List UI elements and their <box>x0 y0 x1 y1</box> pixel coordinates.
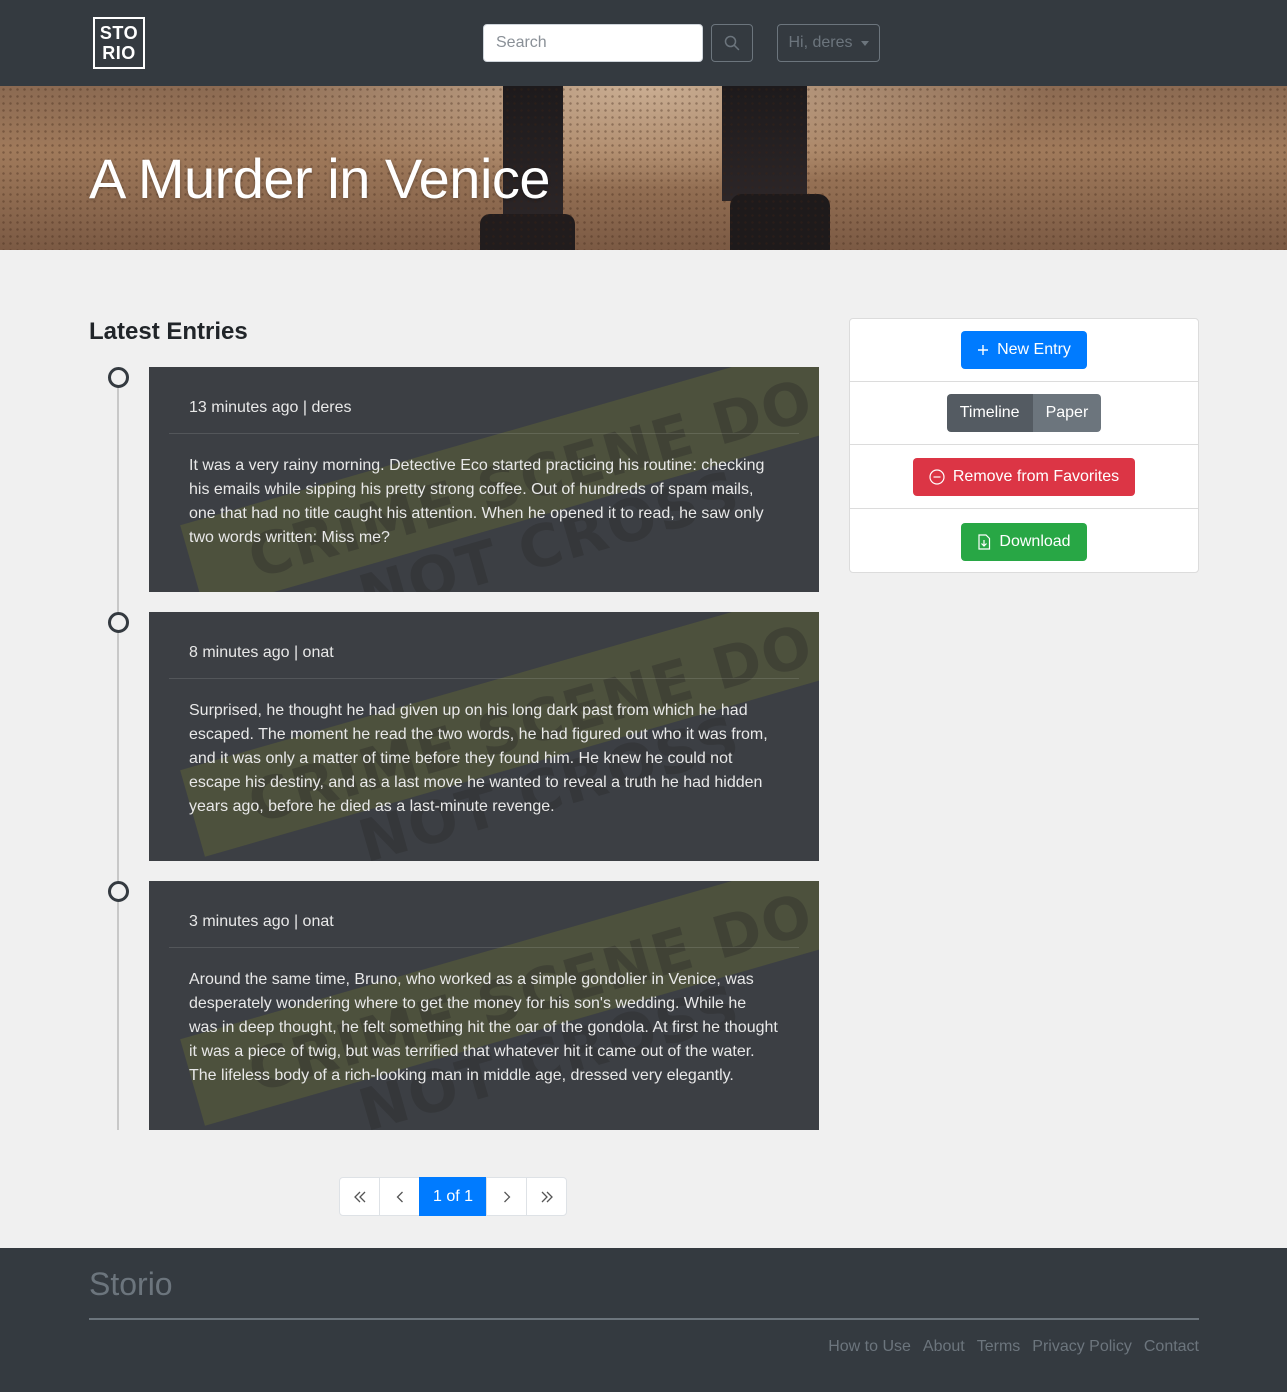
entry-card: CRIME SCENE DO NOT CROSS 13 minutes ago … <box>149 367 819 592</box>
chevron-down-icon <box>860 40 869 46</box>
view-toggle-row: Timeline Paper <box>850 382 1198 445</box>
user-menu-dropdown[interactable]: Hi, deres <box>777 24 880 62</box>
paper-view-button[interactable]: Paper <box>1032 394 1102 432</box>
entry-meta: 13 minutes ago | deres <box>169 399 799 434</box>
navbar: STO RIO Hi, deres <box>0 0 1287 86</box>
chevron-left-icon <box>396 1191 403 1202</box>
entry-card: CRIME SCENE DO NOT CROSS 8 minutes ago |… <box>149 612 819 861</box>
entry-text: Around the same time, Bruno, who worked … <box>189 971 778 1084</box>
remove-from-favorites-button[interactable]: Remove from Favorites <box>912 458 1136 496</box>
minus-circle-icon <box>929 469 945 485</box>
search-icon <box>724 35 740 51</box>
footer: Storio How to Use About Terms Privacy Po… <box>0 1248 1287 1392</box>
footer-link-privacy-policy[interactable]: Privacy Policy <box>1032 1338 1132 1356</box>
view-toggle-group: Timeline Paper <box>946 394 1102 432</box>
footer-divider <box>89 1318 1199 1320</box>
entry-text: Surprised, he thought he had given up on… <box>189 702 768 815</box>
story-actions-panel: New Entry Timeline Paper Remove from Fav… <box>849 318 1199 573</box>
footer-link-terms[interactable]: Terms <box>977 1338 1021 1356</box>
entry-meta: 3 minutes ago | onat <box>169 913 799 948</box>
logo-line-2: RIO <box>102 43 136 63</box>
pagination: 1 of 1 <box>339 1177 568 1216</box>
last-page-button[interactable] <box>526 1177 568 1216</box>
new-entry-row: New Entry <box>850 319 1198 382</box>
next-page-button[interactable] <box>486 1177 528 1216</box>
download-label: Download <box>999 532 1071 550</box>
first-page-button[interactable] <box>339 1177 380 1216</box>
entry-text: It was a very rainy morning. Detective E… <box>189 457 765 546</box>
timeline-view-button[interactable]: Timeline <box>946 394 1033 432</box>
current-page-indicator[interactable]: 1 of 1 <box>419 1177 488 1216</box>
plus-icon <box>978 345 989 355</box>
story-hero-banner: A Murder in Venice <box>0 86 1287 250</box>
user-menu-label: Hi, deres <box>788 34 853 51</box>
footer-link-how-to-use[interactable]: How to Use <box>828 1338 911 1356</box>
remove-from-favorites-label: Remove from Favorites <box>952 468 1120 485</box>
chevrons-right-icon <box>541 1191 553 1202</box>
footer-link-contact[interactable]: Contact <box>1144 1338 1199 1356</box>
previous-page-button[interactable] <box>379 1177 420 1216</box>
entry-meta: 8 minutes ago | onat <box>169 644 799 679</box>
file-download-icon <box>978 533 991 550</box>
timeline-dot <box>108 367 129 388</box>
chevron-right-icon <box>503 1191 510 1202</box>
logo-line-1: STO <box>99 23 139 43</box>
download-button[interactable]: Download <box>961 522 1087 561</box>
storio-logo[interactable]: STO RIO <box>93 17 145 69</box>
timeline-dot <box>108 881 129 902</box>
timeline-line <box>117 385 119 1130</box>
timeline-dot <box>108 612 129 633</box>
footer-brand: Storio <box>89 1266 173 1302</box>
footer-links: How to Use About Terms Privacy Policy Co… <box>828 1338 1199 1356</box>
new-entry-label: New Entry <box>997 341 1071 358</box>
search-input[interactable] <box>483 24 703 62</box>
story-title: A Murder in Venice <box>89 147 551 210</box>
chevrons-left-icon <box>353 1191 365 1202</box>
footer-link-about[interactable]: About <box>923 1338 965 1356</box>
favorites-row: Remove from Favorites <box>850 446 1198 509</box>
new-entry-button[interactable]: New Entry <box>961 331 1087 369</box>
download-row: Download <box>850 510 1198 573</box>
latest-entries-heading: Latest Entries <box>89 318 248 345</box>
entry-card: CRIME SCENE DO NOT CROSS 3 minutes ago |… <box>149 881 819 1130</box>
search-button[interactable] <box>711 24 753 62</box>
